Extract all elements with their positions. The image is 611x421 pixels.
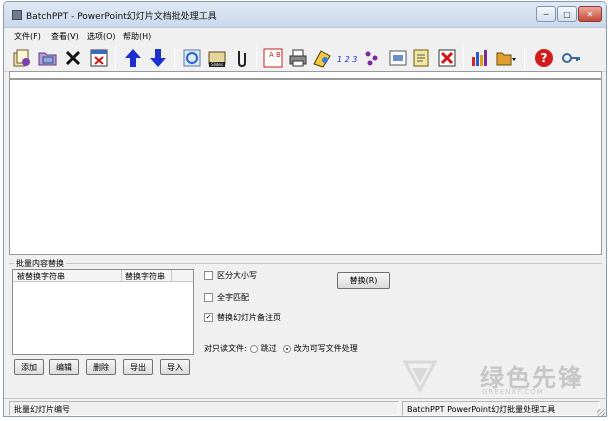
progress-bar [9,71,602,79]
replace-panel-divider [9,263,602,264]
menu-help[interactable]: 帮助(H) [123,31,151,42]
numbering-icon-label: 1 2 3 [337,55,357,64]
printer-icon[interactable] [286,46,310,70]
remove-icon[interactable] [435,46,459,70]
edit-button[interactable]: 编辑 [49,359,79,375]
whole-word-checkbox[interactable] [204,293,213,302]
menu-view[interactable]: 查看(V) [51,31,79,42]
replace-notes-label: 替换幻灯片备注页 [217,313,281,322]
toolbar-separator [174,47,175,69]
slides-icon-label: Slides [211,62,223,67]
clear-list-icon[interactable] [87,46,111,70]
slides-icon[interactable]: Slides [205,46,229,70]
toolbar: Slides A B 1 2 3 ? [4,44,606,72]
toolbar-separator [463,47,464,69]
toolbar-separator [115,47,116,69]
open-files-icon[interactable] [10,46,34,70]
replace-list-header: 被替换字符串 替换字符串 [13,270,193,282]
readonly-option-group: 对只读文件: 跳过 改为可写文件处理 [204,343,358,354]
move-down-icon[interactable] [146,46,170,70]
app-icon [12,10,22,20]
replace-button[interactable]: 替换(R) [337,272,390,289]
app-window: BatchPPT - PowerPoint幻灯片文档批处理工具 ─ □ ✕ 文件… [3,1,607,417]
convert-icon[interactable] [310,46,334,70]
chart-icon[interactable] [468,46,492,70]
case-sensitive-option[interactable]: 区分大小写 [204,270,257,281]
document-icon[interactable] [410,46,434,70]
numbering-icon[interactable]: 1 2 3 [335,46,359,70]
case-sensitive-checkbox[interactable] [204,271,213,280]
toolbar-separator [524,47,525,69]
title-bar: BatchPPT - PowerPoint幻灯片文档批处理工具 ─ □ ✕ [4,2,606,28]
whole-word-label: 全字匹配 [217,293,249,302]
replace-text-letter-a: A B [269,51,281,59]
move-up-icon[interactable] [121,46,145,70]
replace-panel-title: 批量内容替换 [14,258,66,269]
close-button[interactable]: ✕ [578,6,602,22]
skip-radio[interactable] [249,344,258,353]
resize-grip[interactable] [597,409,605,416]
column-divider[interactable] [121,270,122,282]
export-button[interactable]: 导出 [123,359,153,375]
column-header-replace[interactable]: 替换字符串 [125,271,165,282]
add-button[interactable]: 添加 [14,359,44,375]
window-title: BatchPPT - PowerPoint幻灯片文档批处理工具 [26,12,217,22]
menu-file[interactable]: 文件(F) [14,31,41,42]
case-sensitive-label: 区分大小写 [217,271,257,280]
replace-list[interactable]: 被替换字符串 替换字符串 [12,269,194,355]
properties-icon[interactable] [360,46,384,70]
attachment-icon[interactable] [230,46,254,70]
key-icon[interactable] [559,46,583,70]
skip-label: 跳过 [260,344,277,353]
slide-window-icon[interactable] [386,46,410,70]
status-pane-right: BatchPPT PowerPoint幻灯批量处理工具 [402,401,600,416]
make-writable-label: 改为可写文件处理 [293,344,358,353]
replace-text-icon[interactable]: A B [261,46,285,70]
status-app-info: BatchPPT PowerPoint幻灯批量处理工具 [407,405,556,414]
status-bar: 批量幻灯片编号 BatchPPT PowerPoint幻灯批量处理工具 [4,398,606,416]
export-dropdown-icon[interactable] [494,46,518,70]
open-folder-icon[interactable] [36,46,60,70]
make-writable-radio[interactable] [282,344,291,353]
column-header-find[interactable]: 被替换字符串 [17,271,65,282]
minimize-button[interactable]: ─ [536,6,556,22]
watermark-subtext: GREENXF.COM [482,388,544,396]
delete-icon[interactable] [61,46,85,70]
toolbar-separator [256,47,257,69]
internet-explorer-icon[interactable] [180,46,204,70]
svg-text:?: ? [541,51,548,65]
whole-word-option[interactable]: 全字匹配 [204,292,249,303]
replace-notes-option[interactable]: ✓ 替换幻灯片备注页 [204,312,281,323]
status-message: 批量幻灯片编号 [14,405,70,414]
help-icon[interactable]: ? [532,46,556,70]
status-pane-left: 批量幻灯片编号 [9,401,399,416]
import-button[interactable]: 导入 [160,359,190,375]
maximize-button[interactable]: □ [557,6,577,22]
delete-button[interactable]: 删除 [86,359,116,375]
menu-options[interactable]: 选项(O) [87,31,116,42]
readonly-label: 对只读文件: [204,344,247,353]
column-divider[interactable] [171,270,172,282]
file-list[interactable] [9,79,602,255]
replace-notes-checkbox[interactable]: ✓ [204,313,213,322]
menu-bar: 文件(F) 查看(V) 选项(O) 帮助(H) [4,29,606,44]
